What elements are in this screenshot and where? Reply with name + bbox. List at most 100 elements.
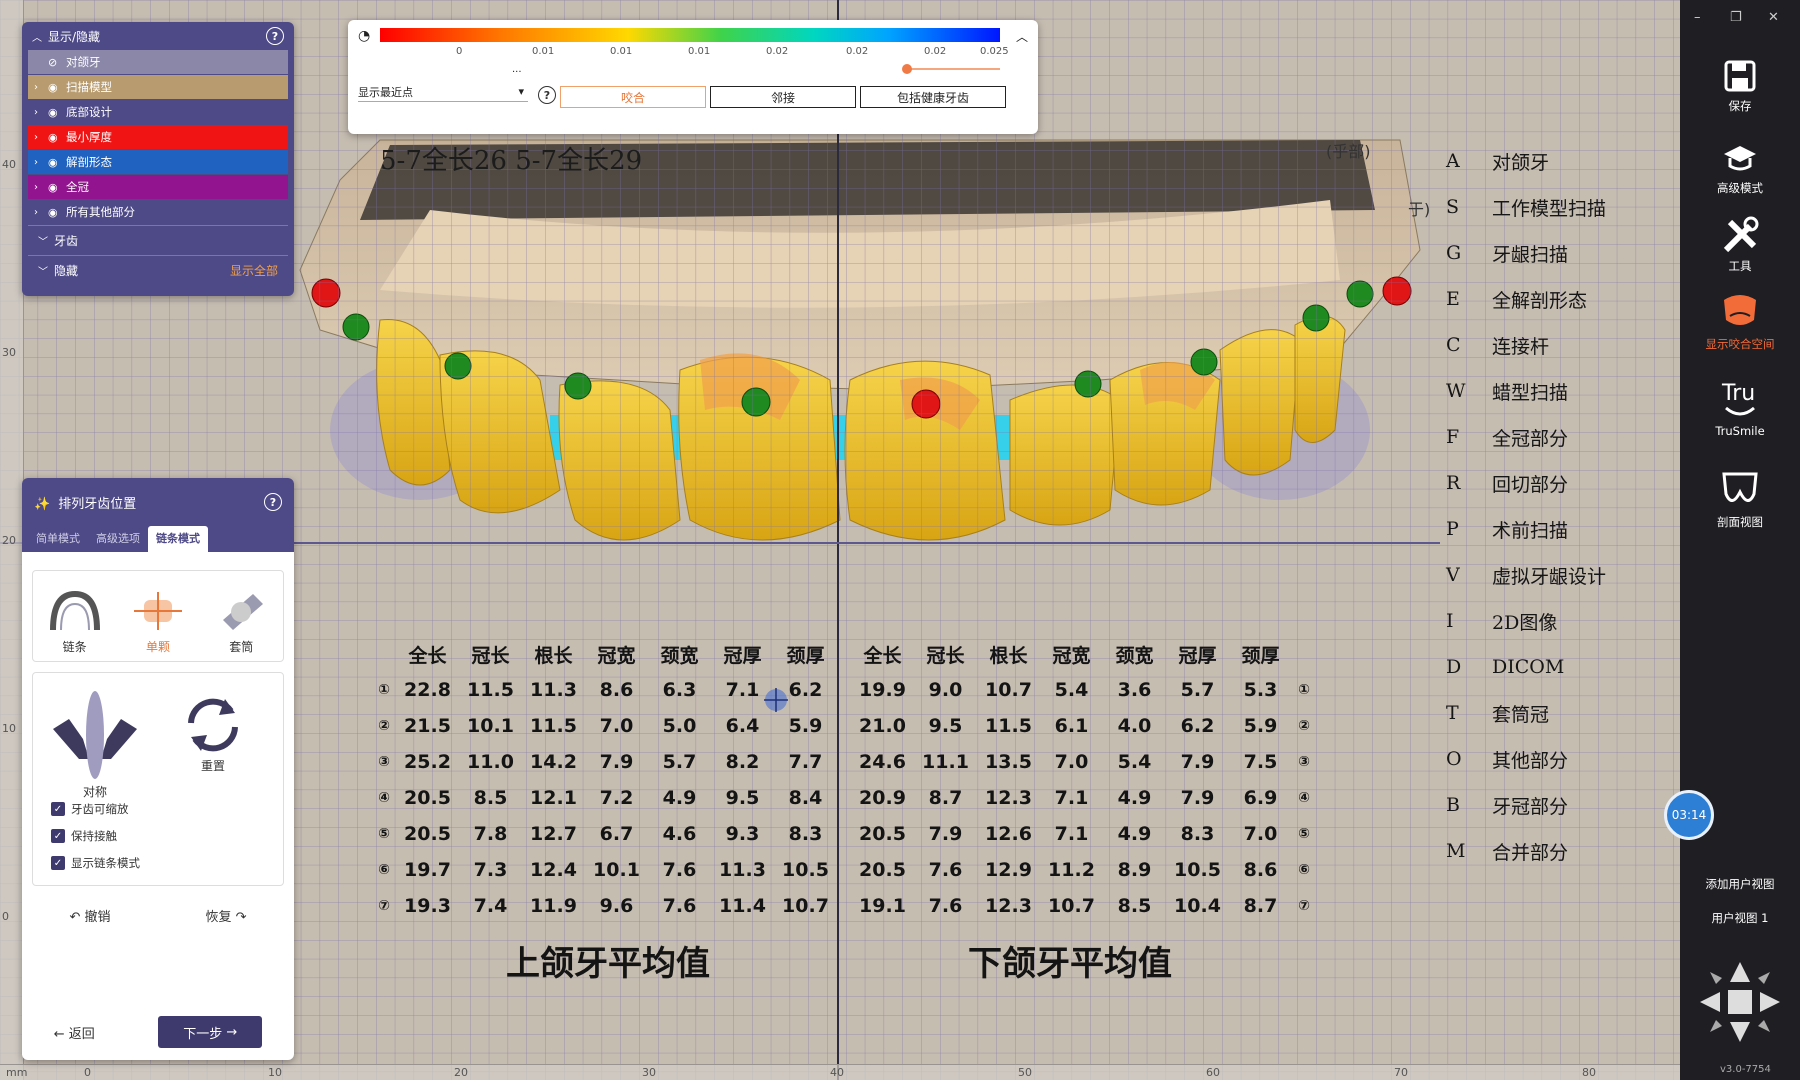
left-ruler: 40 30 20 10 0 [0,0,24,1080]
table-cell: 4.9 [1117,823,1152,845]
table-cell: 11.4 [719,895,766,917]
code-key: A [1446,150,1460,172]
single-tooth-icon [133,592,182,630]
table-cell: 8.6 [1243,859,1278,881]
table-cell: 7.0 [1243,823,1278,845]
occlusion-button[interactable]: 咬合 [560,86,706,108]
eye-icon[interactable]: ◉ [48,206,66,219]
proximal-button[interactable]: 邻接 [710,86,856,108]
code-label: 牙冠部分 [1492,795,1569,818]
save-button[interactable]: 保存 [1680,58,1800,114]
table-cell: 7.7 [788,751,823,773]
table-cell: 7.8 [473,823,508,845]
minimize-icon[interactable]: – [1694,10,1701,25]
show-occlusal-space-button[interactable]: 显示咬合空间 [1680,290,1800,352]
table-cell: 8.2 [725,751,760,773]
section-teeth[interactable]: ﹀ 牙齿 [28,225,288,255]
layer-row[interactable]: ⊘ 对颌牙 [28,50,288,74]
eye-icon[interactable]: ◉ [48,81,66,94]
code-label: DICOM [1492,656,1565,678]
legend-help-icon[interactable]: ? [538,86,556,104]
table-cell: 5.7 [662,751,697,773]
user-view-1-button[interactable]: 用户视图 1 [1680,910,1800,926]
next-step-button[interactable]: 下一步 → [158,1016,263,1048]
chevron-right-icon[interactable]: › [34,182,48,193]
table-row: 19.1 7.6 12.3 10.7 8.5 10.4 8.7 ⑦ [851,888,1316,924]
mode-chain[interactable]: 链条 [47,590,103,655]
code-legend-item: B 牙冠部分 [1446,782,1606,828]
chevron-right-icon[interactable]: › [34,132,48,143]
keep-contact-checkbox[interactable]: ✓ 保持接触 [51,828,117,844]
display-panel-header[interactable]: ︿ 显示/隐藏 ? [22,22,294,50]
eye-icon[interactable]: ◉ [48,156,66,169]
back-button[interactable]: ← 返回 [54,1023,95,1042]
section-view-button[interactable]: 剖面视图 [1680,468,1800,530]
table-cell: 12.3 [985,787,1032,809]
eye-off-icon[interactable]: ⊘ [48,56,66,69]
mode-sleeve[interactable]: 套筒 [213,590,269,655]
checkmark-icon: ✓ [51,856,65,870]
code-legend-item: F 全冠部分 [1446,414,1606,460]
table-cell: 7.9 [928,823,963,845]
reset-button[interactable]: 重置 [181,693,245,774]
nearest-point-select[interactable]: 显示最近点 ▾ [358,82,528,102]
restore-icon[interactable]: ❐ [1730,10,1742,25]
tab-chain-mode[interactable]: 链条模式 [148,526,208,552]
view-cube-icon[interactable] [1690,952,1790,1052]
code-key: O [1446,748,1462,770]
eye-icon[interactable]: ◉ [48,106,66,119]
undo-button[interactable]: ↶ 撤销 [69,906,110,925]
tab-advanced-options[interactable]: 高级选项 [88,526,148,552]
tools-button[interactable]: 工具 [1680,216,1800,274]
layer-row[interactable]: › ◉ 最小厚度 [28,125,288,149]
table-cell: 4.6 [662,823,697,845]
layer-row[interactable]: › ◉ 扫描模型 [28,75,288,99]
add-user-view-button[interactable]: 添加用户视图 [1680,876,1800,892]
ellipsis-text: ... [512,64,522,75]
close-icon[interactable]: ✕ [1768,10,1779,25]
chevron-right-icon[interactable]: › [34,207,48,218]
threshold-slider-track[interactable] [908,68,1000,70]
help-icon[interactable]: ? [264,493,282,511]
header-cell: 冠厚 [1178,644,1217,667]
collapse-icon[interactable]: ︿ [1016,28,1028,45]
layer-row[interactable]: › ◉ 所有其他部分 [28,200,288,224]
tab-simple-mode[interactable]: 简单模式 [28,526,88,552]
advanced-mode-button[interactable]: 高级模式 [1680,140,1800,196]
layer-row[interactable]: › ◉ 全冠 [28,175,288,199]
eye-icon[interactable]: ◉ [48,181,66,194]
row-marker: ④ [378,790,390,806]
table-cell: 7.0 [599,715,634,737]
undo-icon: ↶ [69,910,85,925]
help-icon[interactable]: ? [266,27,284,45]
section-hidden[interactable]: ﹀ 隐藏 显示全部 [28,255,288,285]
gauge-icon[interactable]: ◔ [358,28,370,44]
symmetry-button[interactable]: 对称 [49,689,141,800]
chevron-right-icon[interactable]: › [34,157,48,168]
trusmile-button[interactable]: Tru TruSmile [1680,378,1800,438]
include-healthy-teeth-button[interactable]: 包括健康牙齿 [860,86,1006,108]
mode-single[interactable]: 单颗 [130,590,186,655]
show-all-link[interactable]: 显示全部 [230,262,278,279]
eye-icon[interactable]: ◉ [48,131,66,144]
chevron-right-icon[interactable]: › [34,107,48,118]
code-key: I [1446,610,1454,632]
table-cell: 7.1 [725,679,760,701]
row-marker: ③ [1298,754,1310,770]
table-cell: 11.0 [467,751,514,773]
layer-row[interactable]: › ◉ 底部设计 [28,100,288,124]
lower-average-title: 下颌牙平均值 [968,944,1172,984]
redo-button[interactable]: 恢复 ↷ [205,906,246,925]
layer-row[interactable]: › ◉ 解剖形态 [28,150,288,174]
teeth-scalable-checkbox[interactable]: ✓ 牙齿可缩放 [51,801,129,817]
table-cell: 11.5 [467,679,514,701]
session-timer[interactable]: 03:14 [1664,790,1714,840]
code-legend-item: C 连接杆 [1446,322,1606,368]
table-cell: 7.9 [1180,751,1215,773]
chevron-up-icon[interactable]: ︿ [32,33,42,44]
chevron-right-icon[interactable]: › [34,82,48,93]
table-cell: 8.9 [1117,859,1152,881]
threshold-slider-knob[interactable] [902,64,912,74]
table-cell: 7.1 [1054,823,1089,845]
show-chain-mode-checkbox[interactable]: ✓ 显示链条模式 [51,855,140,871]
